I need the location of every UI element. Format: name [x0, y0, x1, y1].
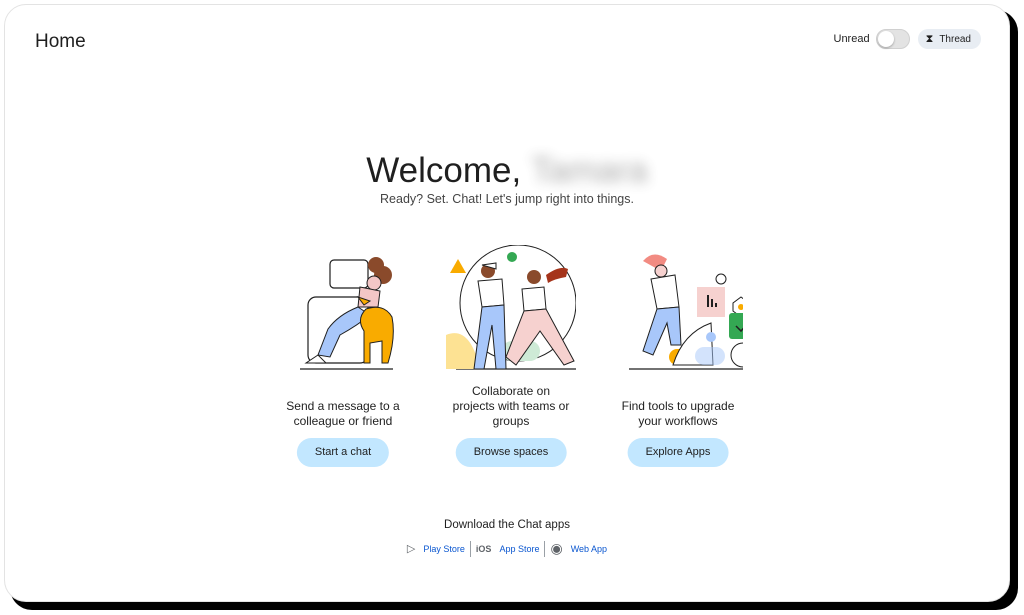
toggle-knob	[877, 31, 894, 47]
user-name-redacted: Tamara	[530, 151, 648, 190]
hourglass-icon: ⧗	[925, 32, 934, 45]
thread-button[interactable]: ⧗ Thread	[917, 29, 981, 49]
card-browse-spaces: Collaborate on projects with teams or gr…	[426, 245, 596, 467]
card2-line3: groups	[492, 414, 530, 428]
card-start-chat: Send a message to a colleague or friend …	[258, 245, 428, 467]
play-store-link[interactable]: ▷ Play Store	[402, 542, 470, 555]
welcome-subtitle: Ready? Set. Chat! Let's jump right into …	[380, 192, 634, 206]
welcome-greeting: Welcome,	[366, 151, 522, 190]
unread-label: Unread	[833, 33, 870, 45]
card2-line2: projects with teams or	[452, 399, 570, 413]
thread-label: Thread	[939, 33, 971, 45]
header-actions: Unread ⧗ Thread	[833, 29, 981, 49]
download-title: Download the Chat apps	[444, 519, 570, 531]
explore-apps-button[interactable]: Explore Apps	[627, 438, 729, 467]
app-store-label: App Store	[499, 543, 540, 554]
card3-line1: Find tools to upgrade	[621, 399, 735, 413]
browse-spaces-button[interactable]: Browse spaces	[455, 438, 567, 467]
card-explore-apps: Find tools to upgrade your workflows Exp…	[593, 245, 763, 467]
ios-icon: iOS	[475, 543, 492, 554]
unread-toggle[interactable]	[875, 29, 910, 49]
card3-line2: your workflows	[638, 414, 718, 428]
chrome-icon: ◉	[550, 540, 563, 556]
app-store-link[interactable]: iOS App Store	[471, 544, 545, 554]
web-app-label: Web App	[570, 543, 608, 554]
play-store-label: Play Store	[423, 543, 465, 554]
collaborating-people-illustration	[446, 245, 576, 370]
store-links: ▷ Play Store iOS App Store ◉ Web App	[5, 540, 1009, 557]
card1-line2: colleague or friend	[293, 414, 393, 428]
card2-line1: Collaborate on	[471, 384, 551, 398]
person-with-dog-illustration	[300, 257, 394, 370]
card1-line1: Send a message to a	[286, 399, 400, 413]
welcome-heading: Welcome, Tamara	[5, 151, 1009, 191]
play-store-icon: ▷	[406, 543, 416, 555]
start-chat-button[interactable]: Start a chat	[296, 438, 390, 467]
page-title: Home	[35, 31, 86, 52]
web-app-link[interactable]: ◉ Web App	[545, 540, 612, 557]
tools-illustration	[629, 254, 743, 370]
home-panel: Home Unread ⧗ Thread Welcome, Tamara Rea…	[4, 4, 1010, 602]
